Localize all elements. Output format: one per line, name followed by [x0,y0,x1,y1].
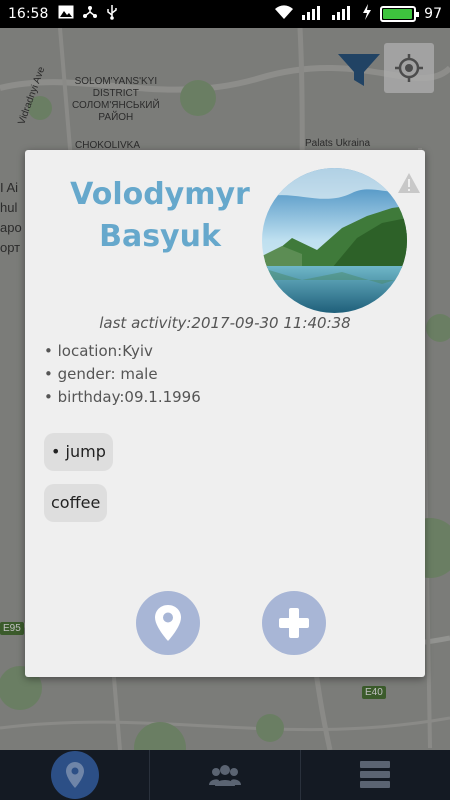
usb-icon [106,4,118,24]
battery-icon [380,6,420,22]
list-icon [360,761,391,788]
nav-map[interactable] [0,750,149,800]
wifi-icon [274,4,294,24]
plus-icon [279,608,309,638]
signal-icon [332,4,354,24]
status-time: 16:58 [8,6,49,22]
battery-percent: 97 [424,6,442,22]
map-pin-icon [155,605,181,641]
add-friend-button[interactable] [262,591,326,655]
show-on-map-button[interactable] [136,591,200,655]
signal-3g-icon [302,4,324,24]
user-name: Volodymyr Basyuk [70,177,250,254]
status-bar: 16:58 97 [0,0,450,28]
report-icon[interactable] [397,172,421,194]
nav-people[interactable] [149,750,299,800]
info-gender: gender: male [44,363,201,386]
charging-icon [362,4,372,24]
usb-share-icon [82,5,98,23]
avatar [262,168,407,313]
info-location: location:Kyiv [44,340,201,363]
map-pin-icon [65,762,84,788]
last-activity: last activity:2017-09-30 11:40:38 [99,314,351,332]
interest-tag: coffee [44,484,108,522]
interest-tag: jump [44,433,113,471]
user-info-list: location:Kyiv gender: male birthday:09.1… [44,340,201,409]
info-birthday: birthday:09.1.1996 [44,386,201,409]
profile-dialog: Volodymyr Basyuk last activity:2017-09-3… [25,150,425,677]
bottom-nav [0,750,450,800]
people-icon [208,765,241,786]
nav-map-active-indicator [50,751,99,799]
image-icon [58,5,74,23]
nav-list[interactable] [299,750,450,800]
